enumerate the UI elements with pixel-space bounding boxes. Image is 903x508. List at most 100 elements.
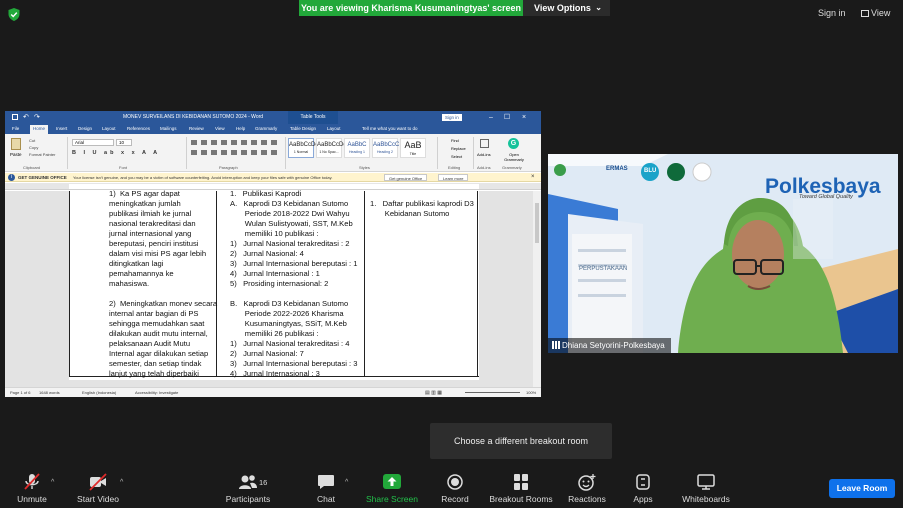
- doc-line: Periode 2018-2022 Dwi Wahyu: [230, 209, 350, 218]
- doc-line: 2) Jurnal Nasional: 7: [230, 349, 304, 358]
- doc-line: 4) Jurnal Internasional : 1: [230, 269, 320, 278]
- view-label: View: [871, 8, 891, 18]
- doc-line: pemahamannya ke: [109, 269, 174, 278]
- status-zoom: 100%: [526, 390, 537, 395]
- tab-file: File: [12, 126, 20, 131]
- word-document-title: MONEV SURVEILANS DI KEBIDANAN SUTOMO 202…: [123, 114, 264, 120]
- doc-line: jurnal internasional yang: [109, 229, 192, 238]
- get-genuine-office-button: Get genuine Office: [384, 174, 428, 181]
- view-menu[interactable]: View: [861, 8, 890, 22]
- doc-line: A. Kaprodi D3 Kebidanan Sutomo: [230, 199, 349, 208]
- record-label: Record: [441, 494, 469, 504]
- doc-line: memiliki 10 publikasi :: [230, 229, 319, 238]
- font-group-label: Font: [119, 165, 128, 170]
- doc-line: publikasi ilmiah ke jurnal: [109, 209, 192, 218]
- doc-line: 2) Jurnal Nasional: 4: [230, 249, 304, 258]
- video-options-caret[interactable]: ^: [120, 479, 123, 486]
- leave-room-button[interactable]: Leave Room: [829, 479, 895, 498]
- doc-line: nasional terakreditasi dan: [109, 219, 196, 228]
- share-screen-button[interactable]: Share Screen: [362, 465, 422, 508]
- ribbon-separator: [186, 137, 187, 169]
- paragraph-buttons: [191, 140, 279, 145]
- whiteboard-icon: [697, 474, 715, 490]
- record-button[interactable]: Record: [436, 465, 474, 508]
- tab-layout: Layout: [102, 126, 116, 131]
- unmute-label: Unmute: [17, 494, 47, 504]
- save-icon: [12, 114, 18, 120]
- doc-line: Periode 2022-2026 Kharisma: [230, 309, 344, 318]
- add-ins-group-label: Add-ins: [477, 165, 491, 170]
- ribbon-separator: [473, 137, 474, 169]
- paragraph-group-label: Paragraph: [219, 165, 238, 170]
- tab-insert: Insert: [56, 126, 68, 131]
- select-label: Select: [451, 154, 463, 159]
- view-grid-icon: [861, 10, 869, 17]
- chat-options-caret[interactable]: ^: [345, 479, 348, 486]
- status-language: English (Indonesia): [82, 390, 117, 395]
- apps-button[interactable]: Apps: [628, 465, 658, 508]
- warning-title: GET GENUINE OFFICE: [18, 175, 67, 180]
- grammarly-group-label: Grammarly: [502, 165, 522, 170]
- replace-label: Replace: [451, 146, 466, 151]
- chat-label: Chat: [317, 494, 335, 504]
- view-options-label: View Options: [534, 3, 591, 13]
- record-icon: [447, 474, 463, 490]
- breakout-room-tooltip: Choose a different breakout room: [430, 423, 612, 459]
- doc-line: 5) Prosiding internasional: 2: [230, 279, 329, 288]
- zoom-toolbar: Unmute ^ Start Video ^ 16 Participants C…: [0, 465, 903, 508]
- paste-label: Paste: [10, 152, 22, 157]
- table-tools-label: Table Tools: [288, 111, 338, 124]
- ribbon-separator: [285, 137, 286, 169]
- doc-line: 3) Jurnal Internasional bereputasi : 1: [230, 259, 358, 268]
- table-border: [364, 191, 365, 377]
- table-border: [477, 191, 478, 377]
- font-size-box: 10: [116, 139, 132, 146]
- polkesbaya-tagline: Toward Global Quality: [799, 194, 853, 200]
- editing-group-label: Editing: [448, 165, 461, 170]
- doc-line: 2) Meningkatkan monev secara: [109, 299, 218, 308]
- participants-button[interactable]: 16 Participants: [219, 465, 277, 508]
- format-painter-label: Format Painter: [29, 152, 56, 157]
- reactions-button[interactable]: Reactions: [566, 465, 608, 508]
- unmute-button[interactable]: Unmute: [8, 465, 56, 508]
- tab-table-design: Table Design: [290, 126, 317, 131]
- view-mode-icons: ▤ ▥ ▦: [425, 390, 442, 396]
- styles-group-label: Styles: [359, 165, 370, 170]
- doc-line: 1) Jurnal Nasional terakreditasi : 2: [230, 239, 350, 248]
- breakout-rooms-label: Breakout Rooms: [489, 494, 553, 504]
- start-video-label: Start Video: [77, 494, 119, 504]
- chevron-down-icon: ⌄: [595, 3, 602, 12]
- blu-badge: BLU: [644, 168, 657, 174]
- breakout-rooms-button[interactable]: Breakout Rooms: [486, 465, 556, 508]
- tab-references: References: [127, 126, 151, 131]
- apps-label: Apps: [633, 494, 653, 504]
- whiteboards-button[interactable]: Whiteboards: [676, 465, 736, 508]
- ribbon-separator: [67, 137, 68, 169]
- font-name-box: Arial: [72, 139, 114, 146]
- shared-word-window: ↶ ↷ MONEV SURVEILANS DI KEBIDANAN SUTOMO…: [5, 111, 541, 397]
- status-accessibility: Accessibility: Investigate: [135, 390, 179, 395]
- participant-video-tile[interactable]: ERMAS BLU Polkesbaya Toward Global Quali…: [548, 154, 898, 353]
- undo-icon: ↶: [23, 114, 29, 121]
- doc-line: meningkatkan jumlah: [109, 199, 181, 208]
- grammarly-icon: G: [508, 138, 519, 149]
- breakout-rooms-icon: [514, 474, 528, 490]
- word-sign-in: Sign in: [442, 114, 462, 121]
- find-label: Find: [451, 138, 459, 143]
- tab-help: Help: [236, 126, 246, 131]
- chat-button[interactable]: Chat: [309, 465, 343, 508]
- doc-line: Kebidanan Sutomo: [370, 209, 450, 218]
- word-page: 1) Ka PS agar dapat meningkatkan jumlah pu…: [69, 189, 479, 380]
- start-video-button[interactable]: Start Video: [72, 465, 124, 508]
- view-options-button[interactable]: View Options ⌄: [523, 0, 610, 16]
- style-heading-2: AaBbCcC Heading 2: [372, 138, 399, 158]
- table-border: [216, 191, 217, 377]
- shield-check-icon[interactable]: [8, 8, 20, 21]
- sign-in-link[interactable]: Sign in: [818, 8, 846, 22]
- paste-icon: [11, 138, 21, 150]
- ribbon-separator: [437, 137, 438, 169]
- tab-home: Home: [30, 125, 49, 134]
- participant-name: Dhiana Setyorini-Polkesbaya: [562, 341, 665, 350]
- learn-more-button: Learn more: [438, 174, 469, 181]
- audio-options-caret[interactable]: ^: [51, 479, 54, 486]
